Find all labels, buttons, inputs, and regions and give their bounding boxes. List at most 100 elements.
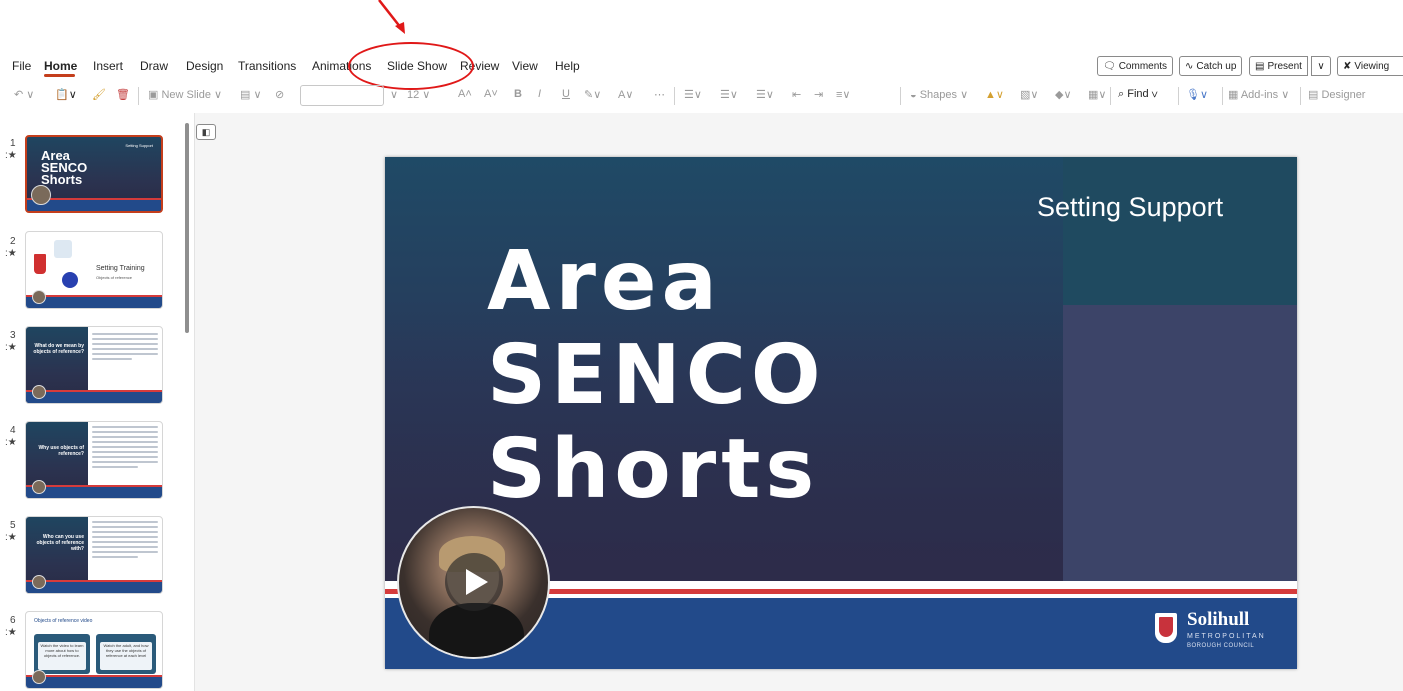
font-size-field[interactable]: 12 ∨	[407, 88, 430, 101]
thumb-footer	[26, 297, 162, 308]
menu-transitions[interactable]: Transitions	[238, 59, 296, 73]
logo-subtitle: METROPOLITAN	[1187, 633, 1266, 640]
comments-button[interactable]: 🗨 Comments	[1097, 56, 1174, 76]
thumb-text-lines	[92, 521, 158, 561]
slide-thumbnail-5[interactable]: Who can you use objects of reference wit…	[25, 516, 163, 594]
menu-view[interactable]: View	[512, 59, 538, 73]
hide-slide-icon[interactable]: ⊘	[275, 88, 284, 101]
italic-icon[interactable]: I	[538, 88, 541, 100]
slide-subtitle[interactable]: Setting Support	[1037, 192, 1223, 223]
bold-icon[interactable]: B	[514, 88, 522, 100]
font-size-value: 12	[407, 89, 420, 101]
outline-icon[interactable]: ▧∨	[1020, 88, 1038, 101]
separator	[1300, 87, 1301, 105]
toggle-pane-icon[interactable]: ◧	[196, 124, 216, 140]
undo-icon[interactable]: ↶ ∨	[14, 88, 34, 101]
title-line: Area	[487, 234, 722, 329]
animation-star-icon: :★	[5, 532, 17, 543]
menu-file[interactable]: File	[12, 59, 31, 73]
more-icon[interactable]: ⋯	[654, 88, 665, 101]
thumb-footer	[26, 487, 162, 498]
present-button[interactable]: ▤ Present	[1249, 56, 1308, 76]
align-icon[interactable]: ☰∨	[756, 88, 774, 101]
slide-canvas[interactable]: Setting Support Area SENCO Shorts Solihu…	[385, 157, 1297, 669]
search-icon: ⌕	[1118, 88, 1128, 100]
bullets-icon[interactable]: ☰∨	[684, 88, 702, 101]
dictate-icon[interactable]: 🎙∨	[1186, 88, 1208, 101]
font-dropdown-chevron[interactable]: ∨	[390, 88, 398, 101]
thumb-footer	[26, 582, 162, 593]
thumb-title: Area SENCO Shorts	[41, 148, 88, 187]
clipboard-icon[interactable]: 📋∨	[55, 88, 77, 101]
slide-number: 5	[10, 520, 16, 531]
logo-subtitle: BOROUGH COUNCIL	[1187, 643, 1255, 649]
new-slide-button[interactable]: ▣ New Slide ∨	[148, 88, 222, 101]
present-label: Present	[1267, 60, 1302, 72]
animation-star-icon: :★	[5, 248, 17, 259]
comments-label: Comments	[1118, 60, 1168, 72]
menu-help[interactable]: Help	[555, 59, 580, 73]
thumb-footer	[26, 677, 162, 688]
viewing-button[interactable]: ✘ Viewing	[1337, 56, 1403, 76]
thumb-title: What do we mean by objects of reference?	[33, 343, 84, 355]
thumb-object-image	[54, 240, 72, 258]
thumb-tag: Setting Support	[125, 143, 153, 148]
slide-number: 4	[10, 425, 16, 436]
thumbnail-scrollbar[interactable]	[185, 123, 189, 333]
highlight-icon[interactable]: ✎∨	[584, 88, 601, 101]
layout-icon[interactable]: ▤ ∨	[240, 88, 262, 101]
present-dropdown[interactable]: ∨	[1311, 56, 1331, 76]
thumb-avatar	[32, 290, 46, 304]
designer-icon: ▤	[1308, 89, 1322, 101]
grow-font-icon[interactable]: A˄	[458, 88, 472, 100]
slide-title[interactable]: Area SENCO Shorts	[487, 235, 826, 517]
format-painter-icon[interactable]: 🖌	[92, 88, 106, 101]
menu-insert[interactable]: Insert	[93, 59, 123, 73]
indent-increase-icon[interactable]: ⇥	[814, 88, 823, 101]
play-button[interactable]	[445, 553, 503, 611]
menu-draw[interactable]: Draw	[140, 59, 168, 73]
thumb-footer	[26, 392, 162, 403]
designer-button[interactable]: ▤ Designer	[1308, 88, 1365, 101]
slide-thumbnail-6[interactable]: Objects of reference video Watch the vid…	[25, 611, 163, 689]
slide-thumbnail-2[interactable]: Setting Training Objects of reference	[25, 231, 163, 309]
group-icon[interactable]: ▦∨	[1088, 88, 1106, 101]
arrange-icon[interactable]: ◆∨	[1055, 88, 1072, 101]
shapes-button[interactable]: ◒ Shapes ∨	[910, 88, 968, 101]
separator	[674, 87, 675, 105]
separator	[1222, 87, 1223, 105]
delete-icon[interactable]: 🗑	[116, 88, 130, 101]
thumb-text-lines	[92, 333, 158, 363]
font-color-icon[interactable]: A∨	[618, 88, 633, 101]
addins-button[interactable]: ▦ Add-ins ∨	[1228, 88, 1289, 101]
menu-home[interactable]: Home	[44, 59, 77, 73]
crest-icon	[1155, 613, 1177, 643]
thumb-title: Who can you use objects of reference wit…	[36, 534, 84, 552]
fill-icon[interactable]: ▲∨	[985, 88, 1004, 101]
catch-up-button[interactable]: ∿ Catch up	[1179, 56, 1243, 76]
presenter-body	[429, 603, 524, 657]
numbering-icon[interactable]: ☰∨	[720, 88, 738, 101]
slide-number: 6	[10, 615, 16, 626]
thumb-avatar	[32, 480, 46, 494]
slide-thumbnail-1[interactable]: Setting Support Area SENCO Shorts	[25, 135, 163, 213]
shrink-font-icon[interactable]: A˅	[484, 88, 498, 100]
animation-star-icon: :★	[5, 627, 17, 638]
ribbon-toolbar: ↶ ∨ 📋∨ 🖌 🗑 ▣ New Slide ∨ ▤ ∨ ⊘ ∨ 12 ∨ A˄…	[0, 82, 1403, 110]
font-name-input[interactable]	[300, 85, 384, 106]
slide-thumbnail-3[interactable]: What do we mean by objects of reference?	[25, 326, 163, 404]
menu-design[interactable]: Design	[186, 59, 223, 73]
new-slide-label: New Slide	[161, 89, 211, 101]
animation-star-icon: :★	[5, 342, 17, 353]
thumb-cup-image	[34, 254, 46, 274]
text-direction-icon[interactable]: ≡∨	[836, 88, 850, 101]
shapes-icon: ◒	[910, 89, 920, 101]
find-button[interactable]: ⌕ Find ∨	[1118, 88, 1158, 101]
underline-icon[interactable]: U	[562, 88, 570, 100]
indent-decrease-icon[interactable]: ⇤	[792, 88, 801, 101]
addins-label: Add-ins	[1240, 89, 1279, 101]
shapes-label: Shapes	[919, 89, 958, 101]
new-slide-icon: ▣	[148, 89, 162, 101]
council-logo: Solihull METROPOLITAN BOROUGH COUNCIL	[1155, 607, 1273, 655]
slide-thumbnail-4[interactable]: Why use objects of reference?	[25, 421, 163, 499]
